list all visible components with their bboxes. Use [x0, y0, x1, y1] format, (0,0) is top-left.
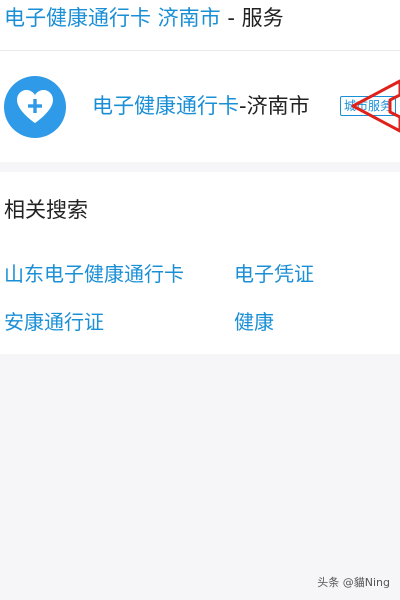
divider — [0, 50, 400, 51]
health-service-icon[interactable] — [4, 76, 66, 138]
service-name-city: -济南市 — [239, 94, 310, 118]
result-title[interactable]: 电子健康通行卡 济南市 - 服务 — [4, 4, 284, 32]
related-search-item[interactable]: 健康 — [234, 308, 274, 336]
service-name-link[interactable]: 电子健康通行卡-济南市 — [92, 92, 310, 120]
watermark: 头条 @貓Ning — [317, 576, 390, 589]
related-search-item[interactable]: 安康通行证 — [4, 308, 104, 336]
related-search-item[interactable]: 电子凭证 — [234, 260, 314, 288]
related-searches-card: 相关搜索 山东电子健康通行卡 电子凭证 安康通行证 健康 — [0, 172, 400, 354]
search-result-card: 电子健康通行卡 济南市 - 服务 电子健康通行卡-济南市 城市服务 — [0, 0, 400, 162]
result-title-link[interactable]: 电子健康通行卡 济南市 — [4, 6, 221, 30]
result-title-suffix: - 服务 — [220, 6, 284, 30]
service-name-primary: 电子健康通行卡 — [92, 94, 239, 118]
red-arrow-annotation-icon — [351, 79, 400, 133]
heart-plus-icon — [17, 90, 53, 123]
related-searches-heading: 相关搜索 — [4, 198, 88, 222]
related-search-item[interactable]: 山东电子健康通行卡 — [4, 260, 184, 288]
